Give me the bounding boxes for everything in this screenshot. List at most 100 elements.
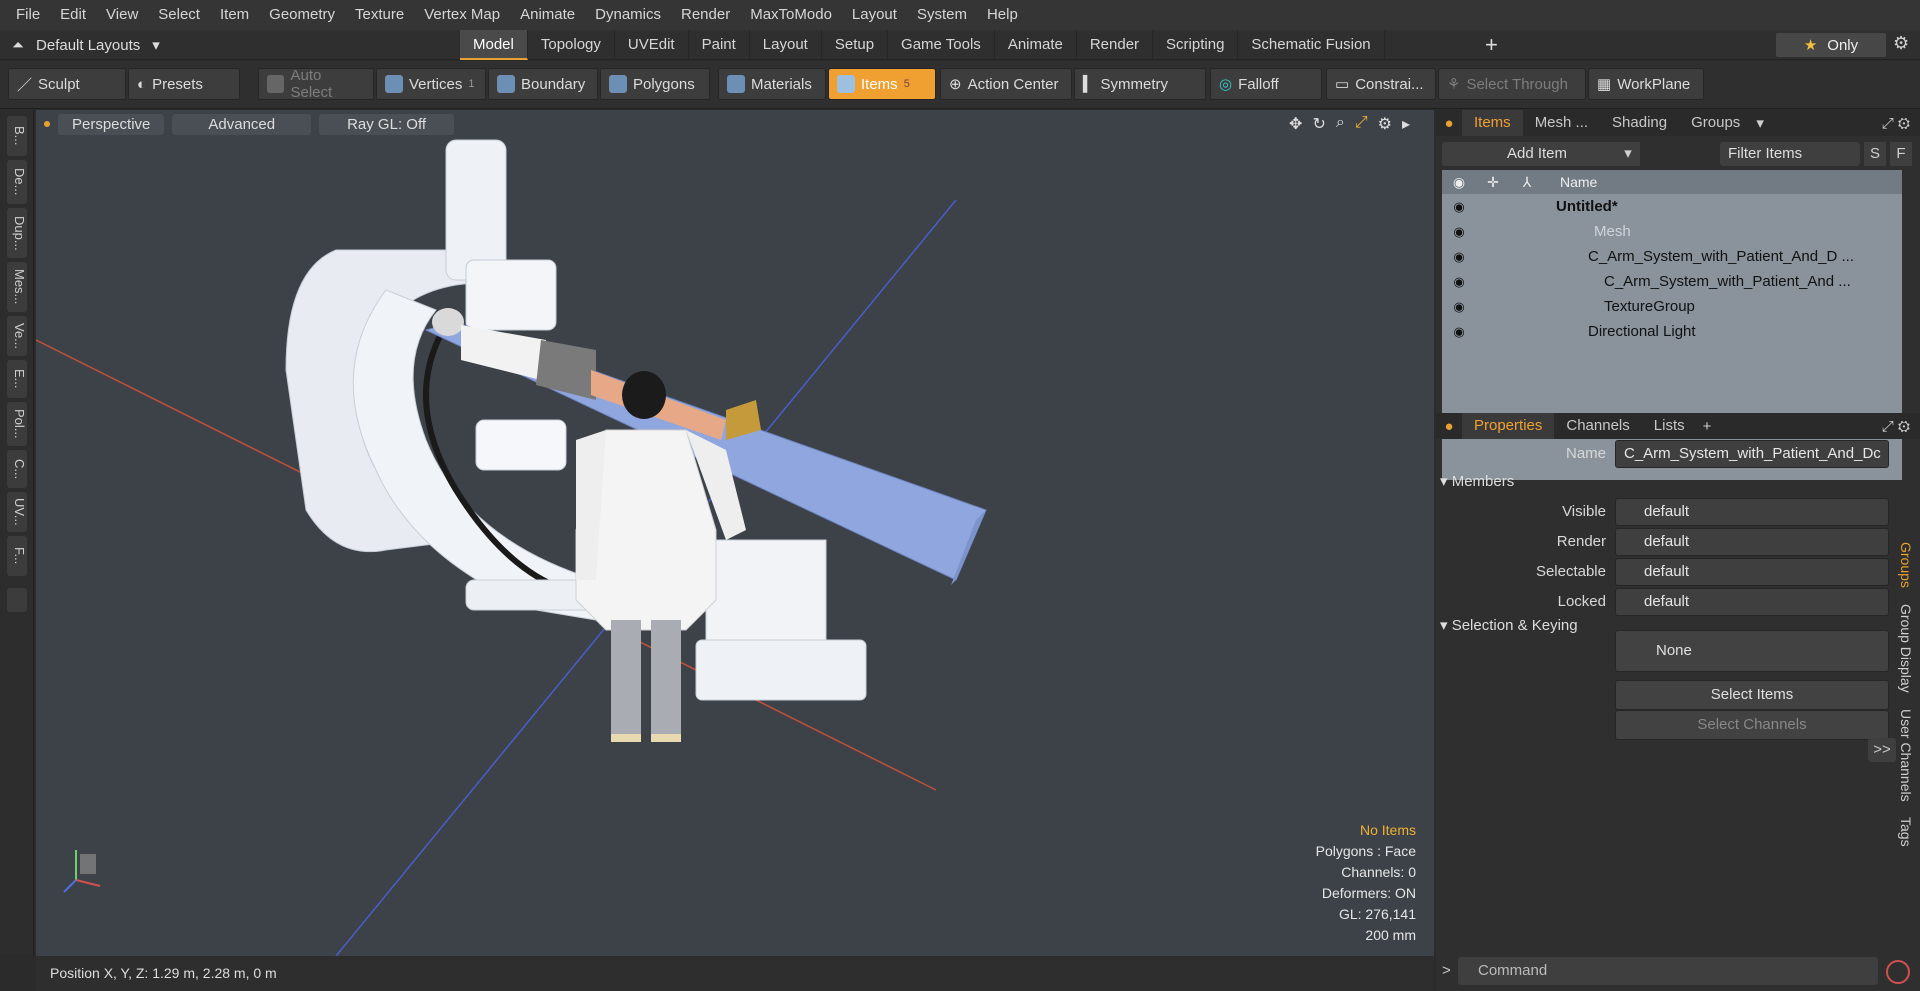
maximize-icon[interactable]: ⤢: [1355, 114, 1368, 134]
zoom-icon[interactable]: ⌕: [1336, 114, 1345, 134]
viewport-settings-icon[interactable]: ⚙: [1378, 114, 1392, 134]
menu-layout[interactable]: Layout: [842, 0, 907, 30]
materials-button[interactable]: Materials: [718, 68, 826, 100]
tab-game-tools[interactable]: Game Tools: [888, 30, 995, 60]
gear-icon[interactable]: ⚙: [1893, 33, 1909, 54]
menu-edit[interactable]: Edit: [50, 0, 96, 30]
presets-button[interactable]: ◐ Presets: [128, 68, 240, 100]
menu-help[interactable]: Help: [977, 0, 1028, 30]
boundary-button[interactable]: Boundary: [488, 68, 598, 100]
left-tab-curve[interactable]: C...: [7, 450, 27, 488]
layout-up-icon[interactable]: ⏶: [12, 37, 24, 54]
selectable-dropdown[interactable]: default: [1615, 558, 1889, 586]
tab-items[interactable]: Items: [1462, 110, 1523, 136]
falloff-button[interactable]: ◎ Falloff: [1210, 68, 1322, 100]
selection-keying-section[interactable]: ▾ Selection & Keying: [1440, 616, 1578, 638]
menu-geometry[interactable]: Geometry: [259, 0, 345, 30]
tab-topology[interactable]: Topology: [528, 30, 615, 60]
menu-view[interactable]: View: [96, 0, 148, 30]
tab-mesh[interactable]: Mesh ...: [1523, 110, 1600, 136]
menu-item[interactable]: Item: [210, 0, 259, 30]
select-through-button[interactable]: ⚘ Select Through: [1438, 68, 1586, 100]
tree-row-mesh[interactable]: ◉ Mesh: [1442, 219, 1902, 244]
left-tab-extra[interactable]: [7, 588, 27, 612]
left-tab-vertex[interactable]: Ve...: [7, 316, 27, 356]
tab-scripting[interactable]: Scripting: [1153, 30, 1239, 60]
tab-schematic-fusion[interactable]: Schematic Fusion: [1238, 30, 1385, 60]
workplane-button[interactable]: ▦ WorkPlane: [1588, 68, 1704, 100]
menu-file[interactable]: File: [6, 0, 50, 30]
action-center-button[interactable]: ⊕ Action Center: [940, 68, 1072, 100]
vertices-button[interactable]: Vertices 1: [376, 68, 486, 100]
select-channels-button[interactable]: Select Channels: [1615, 710, 1889, 740]
only-button[interactable]: ★ Only: [1776, 33, 1886, 57]
polygons-button[interactable]: Polygons: [600, 68, 710, 100]
menu-render[interactable]: Render: [671, 0, 740, 30]
panel-settings-icon[interactable]: ⤢ ⚙: [1882, 115, 1910, 132]
locked-dropdown[interactable]: default: [1615, 588, 1889, 616]
3d-viewport[interactable]: Perspective Advanced Ray GL: Off ✥ ↻ ⌕ ⤢…: [36, 110, 1434, 956]
vtab-groups[interactable]: Groups: [1898, 542, 1914, 588]
tab-lists[interactable]: Lists: [1642, 413, 1697, 439]
menu-select[interactable]: Select: [148, 0, 210, 30]
tab-uvedit[interactable]: UVEdit: [615, 30, 689, 60]
vtab-tags[interactable]: Tags: [1898, 817, 1914, 847]
raygl-toggle[interactable]: Ray GL: Off: [319, 113, 455, 135]
filter-s-button[interactable]: S: [1864, 142, 1886, 166]
visibility-eye-icon[interactable]: ◉: [1442, 199, 1476, 215]
left-tab-polygon[interactable]: Pol...: [7, 402, 27, 446]
visibility-eye-icon[interactable]: ◉: [1442, 224, 1476, 240]
menu-animate[interactable]: Animate: [510, 0, 585, 30]
tab-setup[interactable]: Setup: [822, 30, 889, 60]
select-items-button[interactable]: Select Items: [1615, 680, 1889, 710]
tree-row-c-arm-group[interactable]: ◉ C_Arm_System_with_Patient_And_D ...: [1442, 244, 1902, 269]
panel-settings-icon[interactable]: ⤢ ⚙: [1882, 418, 1910, 435]
tab-paint[interactable]: Paint: [689, 30, 750, 60]
name-field[interactable]: C_Arm_System_with_Patient_And_Dc: [1615, 440, 1889, 468]
none-key-button[interactable]: None: [1615, 630, 1889, 672]
more-button[interactable]: >>: [1868, 738, 1896, 762]
add-item-chevron-icon[interactable]: ▾: [1616, 142, 1640, 166]
add-item-button[interactable]: Add Item: [1442, 142, 1632, 166]
symmetry-button[interactable]: ▍ Symmetry: [1074, 68, 1206, 100]
tab-model[interactable]: Model: [460, 30, 528, 60]
menu-dynamics[interactable]: Dynamics: [585, 0, 671, 30]
left-tab-deform[interactable]: De...: [7, 160, 27, 204]
filter-f-button[interactable]: F: [1890, 142, 1912, 166]
left-tab-basic[interactable]: B...: [7, 116, 27, 156]
left-tab-fusion[interactable]: F...: [7, 536, 27, 576]
tabs-chevron-icon[interactable]: ▾: [1756, 114, 1764, 132]
layouts-dropdown[interactable]: ⏶ Default Layouts ▾: [12, 30, 160, 60]
render-dropdown[interactable]: default: [1615, 528, 1889, 556]
viewport-menu-icon[interactable]: ▸: [1402, 114, 1410, 134]
tab-layout[interactable]: Layout: [750, 30, 822, 60]
tree-row-untitled[interactable]: ◉ Untitled*: [1442, 194, 1902, 219]
tree-row-c-arm-mesh[interactable]: ◉ C_Arm_System_with_Patient_And ...: [1442, 269, 1902, 294]
pan-icon[interactable]: ✥: [1289, 114, 1302, 134]
visible-dropdown[interactable]: default: [1615, 498, 1889, 526]
record-icon[interactable]: [1886, 960, 1910, 984]
items-button[interactable]: Items 5: [828, 68, 936, 100]
menu-system[interactable]: System: [907, 0, 977, 30]
tab-properties[interactable]: Properties: [1462, 413, 1555, 439]
tree-row-texture-group[interactable]: ◉ TextureGroup: [1442, 294, 1902, 319]
command-input[interactable]: Command: [1458, 957, 1878, 985]
tab-shading[interactable]: Shading: [1600, 110, 1679, 136]
filter-items-input[interactable]: Filter Items: [1720, 142, 1860, 166]
tab-groups[interactable]: Groups: [1679, 110, 1752, 136]
visibility-eye-icon[interactable]: ◉: [1442, 324, 1476, 340]
add-panel-tab-icon[interactable]: +: [1703, 418, 1712, 435]
tab-channels[interactable]: Channels: [1554, 413, 1641, 439]
vtab-group-display[interactable]: Group Display: [1898, 604, 1914, 693]
advanced-dropdown[interactable]: Advanced: [172, 113, 312, 135]
tab-animate[interactable]: Animate: [995, 30, 1077, 60]
left-tab-mesh[interactable]: Mes...: [7, 262, 27, 312]
tree-row-directional-light[interactable]: ◉ Directional Light: [1442, 319, 1902, 344]
add-tab-icon[interactable]: +: [1485, 32, 1498, 58]
constraints-button[interactable]: ▭ Constrai...: [1326, 68, 1436, 100]
members-section[interactable]: ▾ Members: [1440, 472, 1514, 494]
left-tab-edge[interactable]: E...: [7, 360, 27, 398]
left-tab-uv[interactable]: UV...: [7, 492, 27, 532]
tab-render[interactable]: Render: [1077, 30, 1154, 60]
visibility-eye-icon[interactable]: ◉: [1442, 249, 1476, 265]
